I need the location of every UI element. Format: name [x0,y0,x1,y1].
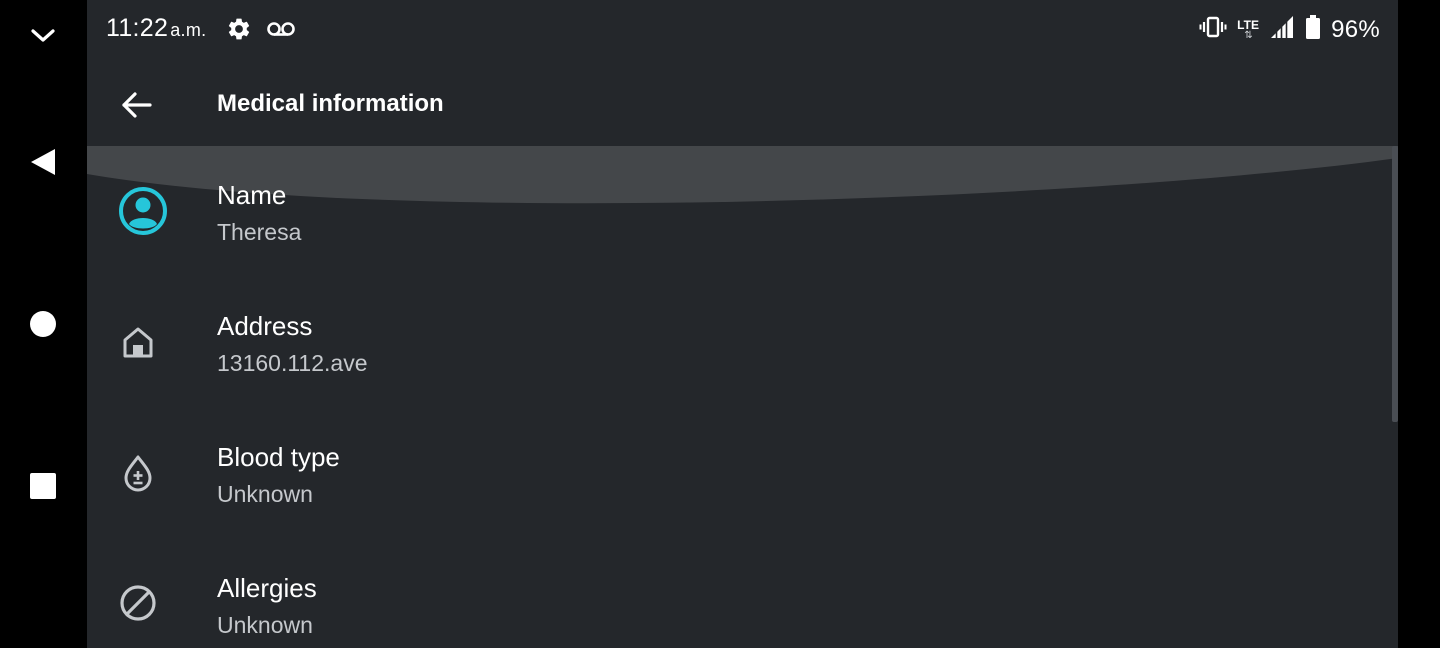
battery-icon [1305,14,1321,45]
list-item-allergies[interactable]: Allergies Unknown [87,539,1387,648]
item-title: Name [217,180,287,210]
scrollbar[interactable] [1392,146,1398,422]
chevron-down-icon[interactable] [18,11,68,61]
item-value: Unknown [217,612,313,638]
blood-drop-icon [115,450,161,496]
recents-square-icon[interactable] [18,461,68,511]
item-title: Address [217,311,313,341]
screen: 11:22 a.m. LTE ⇅ 96% Medical information… [0,0,1440,648]
back-button[interactable] [111,80,161,130]
status-time-ampm: a.m. [170,20,207,40]
status-right-icons: LTE ⇅ 96% [1199,14,1380,45]
signal-icon [1269,14,1295,45]
home-circle-icon[interactable] [18,299,68,349]
settings-icon [226,16,252,47]
item-value: Unknown [217,481,313,507]
item-title: Blood type [217,442,340,472]
item-value: Theresa [217,219,302,245]
item-value: 13160.112.ave [217,350,368,376]
block-icon [115,580,161,626]
list-item-address[interactable]: Address 13160.112.ave [87,277,1387,408]
back-triangle-icon[interactable] [18,137,68,187]
notification-icons [226,16,296,47]
app-window: 11:22 a.m. LTE ⇅ 96% Medical information… [87,0,1398,648]
status-bar: 11:22 a.m. LTE ⇅ 96% [87,0,1398,62]
account-circle-icon [118,186,168,236]
voicemail-icon [266,20,296,43]
item-title: Allergies [217,573,317,603]
home-icon [115,319,161,365]
arrow-left-icon [122,92,152,118]
lte-label: LTE [1237,17,1259,32]
page-title: Medical information [217,90,444,117]
screen-edge [1398,0,1440,648]
system-nav-bar [0,0,87,648]
status-time: 11:22 a.m. [106,14,206,43]
list-item-blood-type[interactable]: Blood type Unknown [87,408,1387,539]
lte-arrows: ⇅ [1244,29,1252,41]
lte-icon: LTE ⇅ [1237,19,1259,41]
vibrate-icon [1199,15,1227,44]
list-item-name[interactable]: Name Theresa [87,146,1387,277]
battery-percentage: 96% [1331,15,1380,43]
status-time-value: 11:22 [106,14,169,42]
toolbar: Medical information [87,62,1398,146]
